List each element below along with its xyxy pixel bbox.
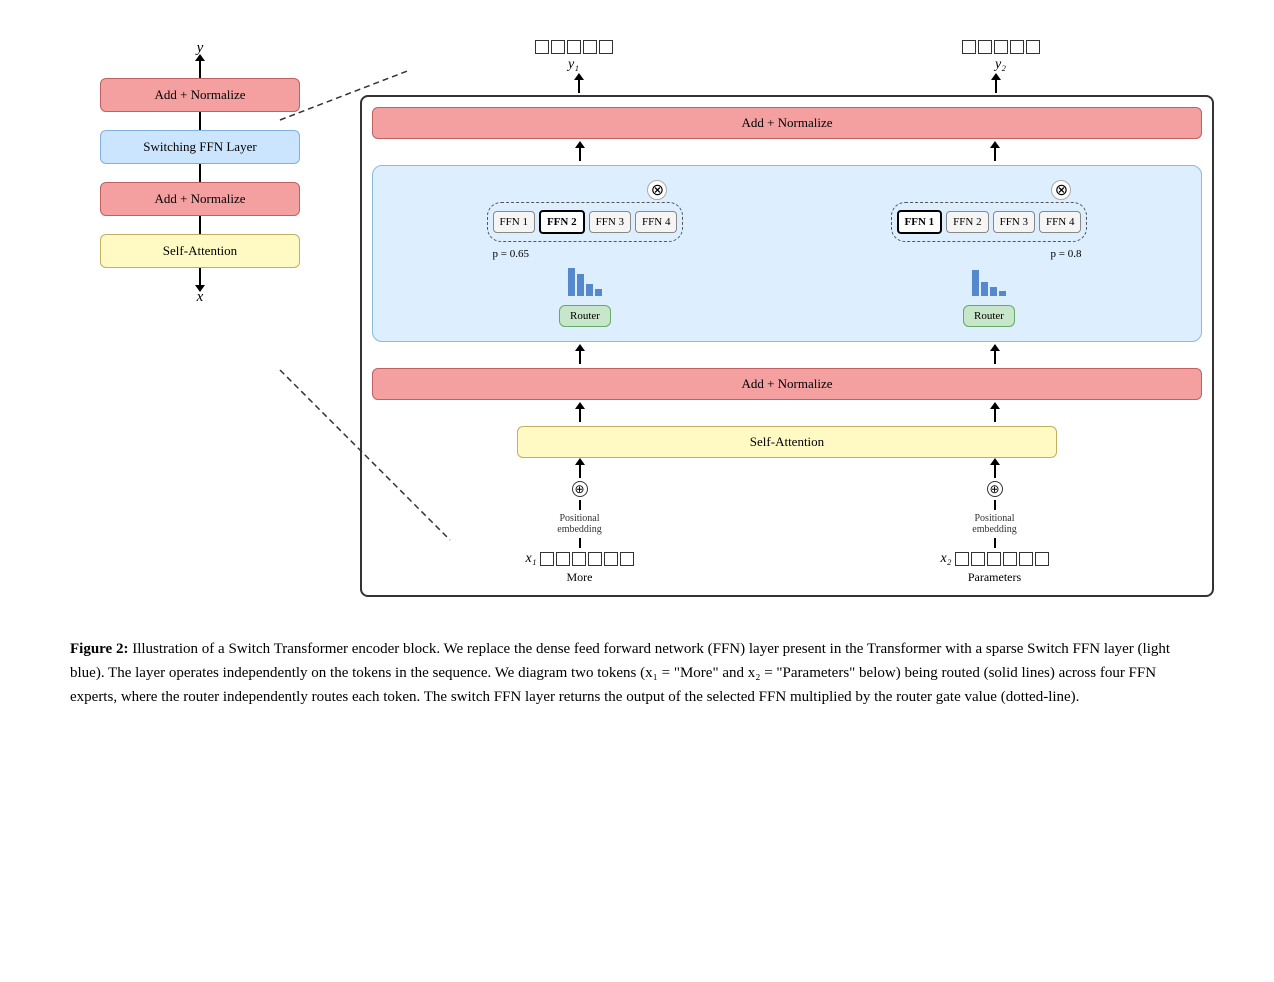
input-x1: ⊕ Positionalembedding x₁ [525,464,633,585]
bar [595,289,602,296]
token-box [572,552,586,566]
x2-sublabel: Parameters [968,570,1021,585]
pos-embed-label-left: Positionalembedding [557,513,601,535]
left-switching-ffn: Switching FFN Layer [100,130,300,164]
left-add-normalize-bottom: Add + Normalize [100,182,300,216]
token-box [551,40,565,54]
token-box [1035,552,1049,566]
multiply-icon-left: ⊗ [647,180,667,200]
figure-label: Figure 2: [70,641,128,657]
router-box-right: Router [963,305,1015,327]
token-box [620,552,634,566]
left-add-normalize-top: Add + Normalize [100,78,300,112]
bar [972,270,979,296]
token-box [962,40,976,54]
bar [568,268,575,296]
x2-token-row: x₂ [940,551,1048,567]
plus-circle-left: ⊕ [572,481,588,497]
x1-label: x₁ [525,551,536,567]
y2-token-boxes [962,40,1040,54]
p-label-left: p = 0.65 [493,248,529,260]
diagrams-row: y Add + Normalize Switching FFN Layer Ad… [60,40,1214,597]
x1-token-row: x₁ [525,551,633,567]
right-diagram-content: y₁ y₂ [360,40,1214,597]
token-box [1003,552,1017,566]
output-item-y2: y₂ [962,40,1040,73]
inputs-area: ⊕ Positionalembedding x₁ [372,464,1202,585]
token-box [1026,40,1040,54]
left-diagram-content: y Add + Normalize Switching FFN Layer Ad… [100,40,300,306]
token-box [588,552,602,566]
left-diagram: y Add + Normalize Switching FFN Layer Ad… [60,40,340,597]
token-box [971,552,985,566]
bar [577,274,584,296]
pos-embed-label-right: Positionalembedding [972,513,1016,535]
right-add-normalize-mid: Add + Normalize [372,368,1202,400]
y1-token-boxes [535,40,613,54]
p-label-right: p = 0.8 [1051,248,1082,260]
token-box [1019,552,1033,566]
ffn-group-left: ⊗ FFN 1 FFN 2 FFN 3 FFN 4 p [493,180,678,327]
switch-ffn-box: ⊗ FFN 1 FFN 2 FFN 3 FFN 4 p [372,165,1202,342]
bar [990,287,997,296]
token-box [540,552,554,566]
bar [981,282,988,296]
right-outer-box: Add + Normalize [360,95,1214,597]
right-self-attention: Self-Attention [517,426,1057,458]
bar [999,291,1006,296]
multiply-icon-right: ⊗ [1051,180,1071,200]
token-box [535,40,549,54]
right-add-normalize-top: Add + Normalize [372,107,1202,139]
token-box [604,552,618,566]
x1-sublabel: More [567,570,593,585]
input-x2: ⊕ Positionalembedding x₂ [940,464,1048,585]
right-diagram: y₁ y₂ [360,40,1214,597]
bar-chart-left [568,266,602,296]
token-box [567,40,581,54]
token-box [599,40,613,54]
y1-label: y₁ [568,57,579,73]
x2-token-boxes [955,552,1049,566]
token-box [994,40,1008,54]
token-box [987,552,1001,566]
token-box [1010,40,1024,54]
bar [586,284,593,296]
router-box-left: Router [559,305,611,327]
token-box [955,552,969,566]
caption: Figure 2: Illustration of a Switch Trans… [60,637,1214,709]
token-box [978,40,992,54]
output-item-y1: y₁ [535,40,613,73]
token-box [556,552,570,566]
caption-text: Illustration of a Switch Transformer enc… [70,641,1170,705]
self-attention-row: Self-Attention [372,426,1202,458]
main-container: y Add + Normalize Switching FFN Layer Ad… [20,20,1254,729]
x2-label: x₂ [940,551,951,567]
ffn-group-right: ⊗ FFN 1 FFN 2 FFN 3 FFN 4 p [897,180,1082,327]
y2-label: y₂ [995,57,1006,73]
x1-token-boxes [540,552,634,566]
plus-circle-right: ⊕ [987,481,1003,497]
token-box [583,40,597,54]
outputs-row: y₁ y₂ [360,40,1214,73]
left-self-attention: Self-Attention [100,234,300,268]
bar-chart-right [972,266,1006,296]
